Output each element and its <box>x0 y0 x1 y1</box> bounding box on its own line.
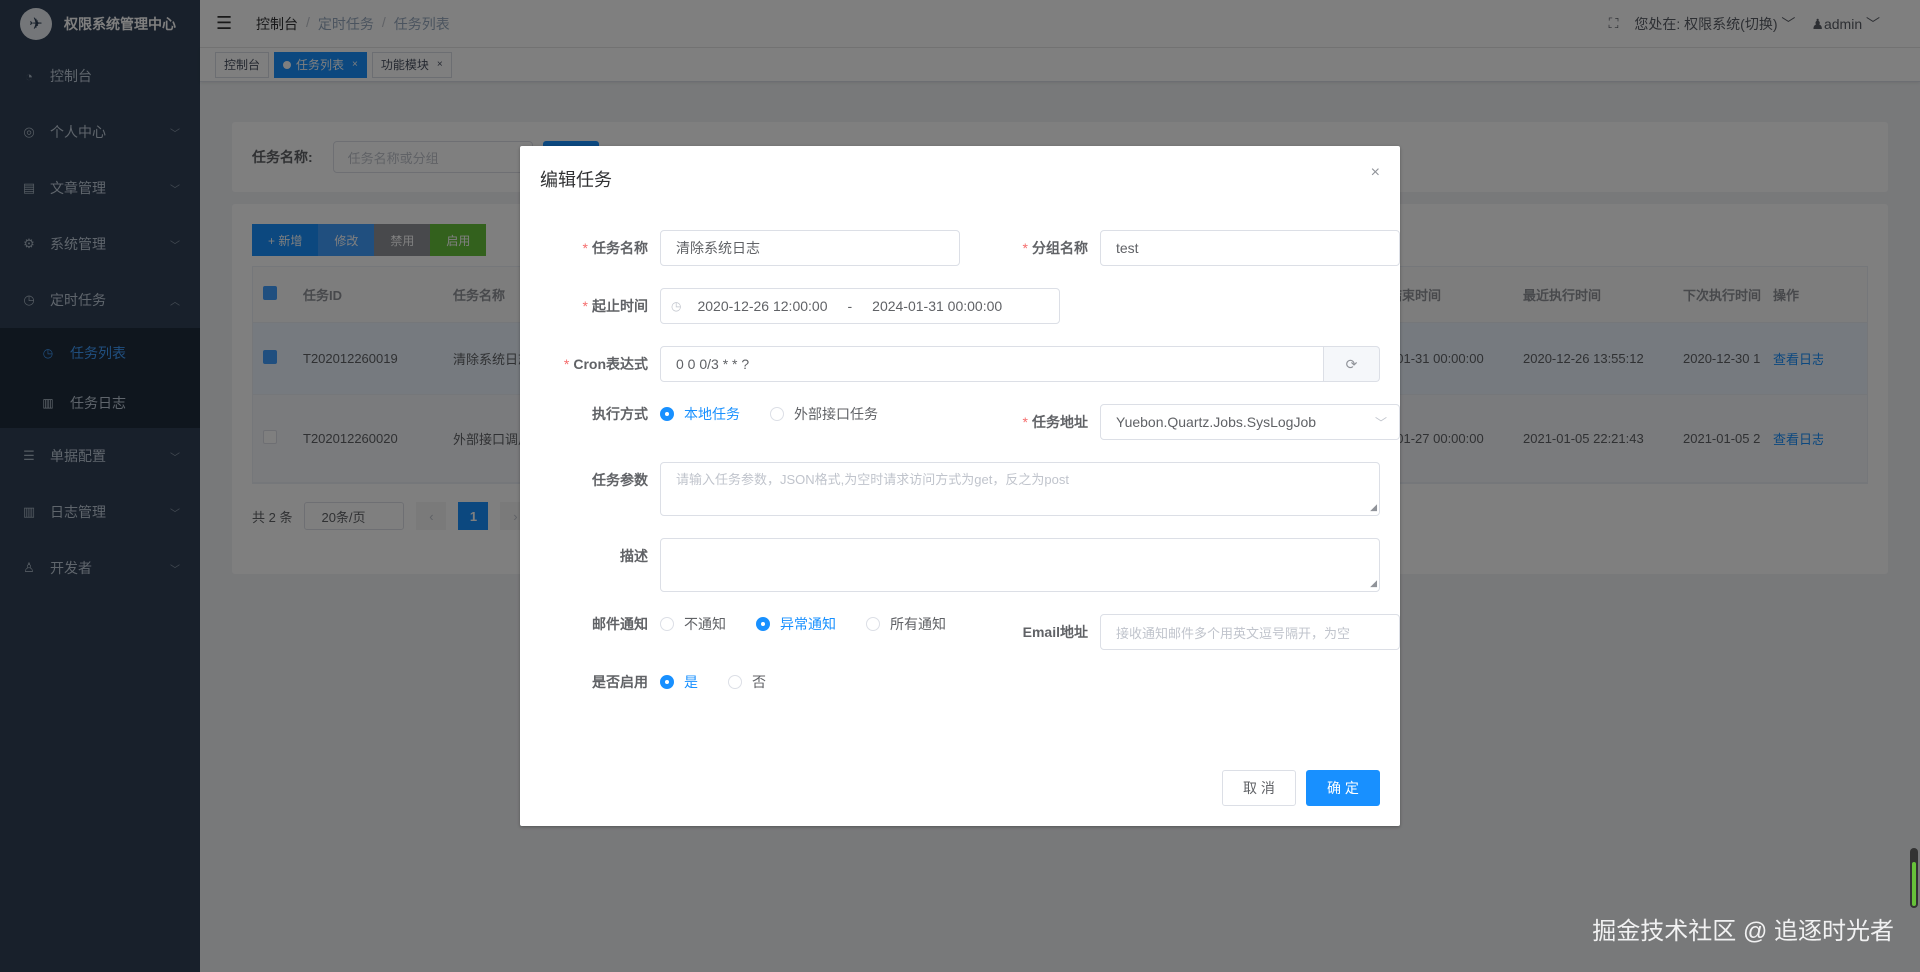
label-text: 任务地址 <box>1032 414 1088 430</box>
range-separator: - <box>847 298 853 314</box>
mail-none-radio[interactable]: 不通知 <box>660 614 726 634</box>
group-name-input[interactable]: test <box>1100 230 1400 266</box>
task-address-row: * 任务地址 Yuebon.Quartz.Jobs.SysLogJob ﹀ <box>960 404 1400 440</box>
group-name-label: * 分组名称 <box>960 238 1100 258</box>
required-mark: * <box>582 240 588 256</box>
mail-notify-row: 邮件通知 不通知 异常通知 所有通知 <box>520 614 976 634</box>
group-name-row: * 分组名称 test <box>960 230 1400 266</box>
radio-label: 本地任务 <box>684 406 740 422</box>
task-address-label: * 任务地址 <box>960 412 1100 432</box>
refresh-icon[interactable]: ⟳ <box>1324 346 1380 382</box>
exec-mode-row: 执行方式 本地任务 外部接口任务 <box>520 404 908 424</box>
task-name-label: * 任务名称 <box>520 238 660 258</box>
description-row: 描述 ◢ <box>520 538 1380 592</box>
scroll-indicator <box>1910 848 1918 908</box>
enable-yes-radio[interactable]: 是 <box>660 672 698 692</box>
radio-circle <box>660 407 674 421</box>
radio-circle <box>866 617 880 631</box>
task-params-textarea[interactable]: 请输入任务参数，JSON格式,为空时请求访问方式为get，反之为post ◢ <box>660 462 1380 516</box>
email-row: Email地址 接收通知邮件多个用英文逗号隔开，为空 <box>960 614 1400 650</box>
close-icon[interactable]: × <box>1371 164 1380 182</box>
chevron-down-icon: ﹀ <box>1374 415 1387 430</box>
required-mark: * <box>1022 240 1028 256</box>
task-params-row: 任务参数 请输入任务参数，JSON格式,为空时请求访问方式为get，反之为pos… <box>520 462 1380 516</box>
cron-input[interactable]: 0 0 0/3 * * ? <box>660 346 1324 382</box>
resize-handle-icon[interactable]: ◢ <box>1370 578 1377 589</box>
time-range-label: * 起止时间 <box>520 296 660 316</box>
radio-circle <box>660 675 674 689</box>
select-value: Yuebon.Quartz.Jobs.SysLogJob <box>1116 414 1317 430</box>
radio-label: 是 <box>684 674 698 690</box>
radio-label: 所有通知 <box>890 616 946 632</box>
exec-mode-label: 执行方式 <box>592 406 648 422</box>
required-mark: * <box>563 356 570 372</box>
enable-no-radio[interactable]: 否 <box>728 672 766 692</box>
label-text: 任务名称 <box>592 240 648 256</box>
enable-label: 是否启用 <box>592 674 648 690</box>
radio-circle <box>756 617 770 631</box>
radio-circle <box>660 617 674 631</box>
textarea-placeholder: 请输入任务参数，JSON格式,为空时请求访问方式为get，反之为post <box>676 472 1069 487</box>
range-start[interactable]: 2020-12-26 12:00:00 <box>697 298 827 314</box>
watermark: 掘金技术社区 @ 追逐时光者 <box>1592 918 1894 945</box>
label-text: 分组名称 <box>1032 240 1088 256</box>
mail-notify-label: 邮件通知 <box>592 616 648 632</box>
description-label: 描述 <box>620 548 648 564</box>
mail-all-radio[interactable]: 所有通知 <box>866 614 946 634</box>
description-textarea[interactable]: ◢ <box>660 538 1380 592</box>
date-range-picker[interactable]: ◷ 2020-12-26 12:00:00 - 2024-01-31 00:00… <box>660 288 1060 324</box>
dialog-title: 编辑任务 <box>540 170 612 190</box>
enable-row: 是否启用 是 否 <box>520 672 796 692</box>
radio-label: 异常通知 <box>780 616 836 632</box>
exec-remote-radio[interactable]: 外部接口任务 <box>770 404 878 424</box>
radio-circle <box>728 675 742 689</box>
task-address-select[interactable]: Yuebon.Quartz.Jobs.SysLogJob ﹀ <box>1100 404 1400 440</box>
resize-handle-icon[interactable]: ◢ <box>1370 502 1377 513</box>
label-text: 起止时间 <box>592 298 648 314</box>
task-params-label: 任务参数 <box>592 472 648 488</box>
range-end[interactable]: 2024-01-31 00:00:00 <box>872 298 1002 314</box>
edit-task-dialog: 编辑任务 × * 任务名称 清除系统日志 * 分组名称 test * 起止时间 ◷ 2… <box>520 146 1400 826</box>
time-range-row: * 起止时间 ◷ 2020-12-26 12:00:00 - 2024-01-31… <box>520 288 1060 324</box>
radio-circle <box>770 407 784 421</box>
radio-label: 否 <box>752 674 766 690</box>
email-label: Email地址 <box>1022 624 1088 640</box>
task-name-input[interactable]: 清除系统日志 <box>660 230 960 266</box>
cron-row: * Cron表达式 0 0 0/3 * * ? ⟳ <box>520 346 1380 382</box>
required-mark: * <box>1022 414 1028 430</box>
cancel-button[interactable]: 取 消 <box>1222 770 1296 806</box>
confirm-button[interactable]: 确 定 <box>1306 770 1380 806</box>
clock-icon: ◷ <box>671 299 682 313</box>
cron-label: * Cron表达式 <box>520 354 660 374</box>
mail-error-radio[interactable]: 异常通知 <box>756 614 836 634</box>
radio-label: 不通知 <box>684 616 726 632</box>
required-mark: * <box>582 298 588 314</box>
radio-label: 外部接口任务 <box>794 406 878 422</box>
task-name-row: * 任务名称 清除系统日志 <box>520 230 960 266</box>
label-text: Cron表达式 <box>573 356 648 372</box>
exec-local-radio[interactable]: 本地任务 <box>660 404 740 424</box>
email-input[interactable]: 接收通知邮件多个用英文逗号隔开，为空 <box>1100 614 1400 650</box>
